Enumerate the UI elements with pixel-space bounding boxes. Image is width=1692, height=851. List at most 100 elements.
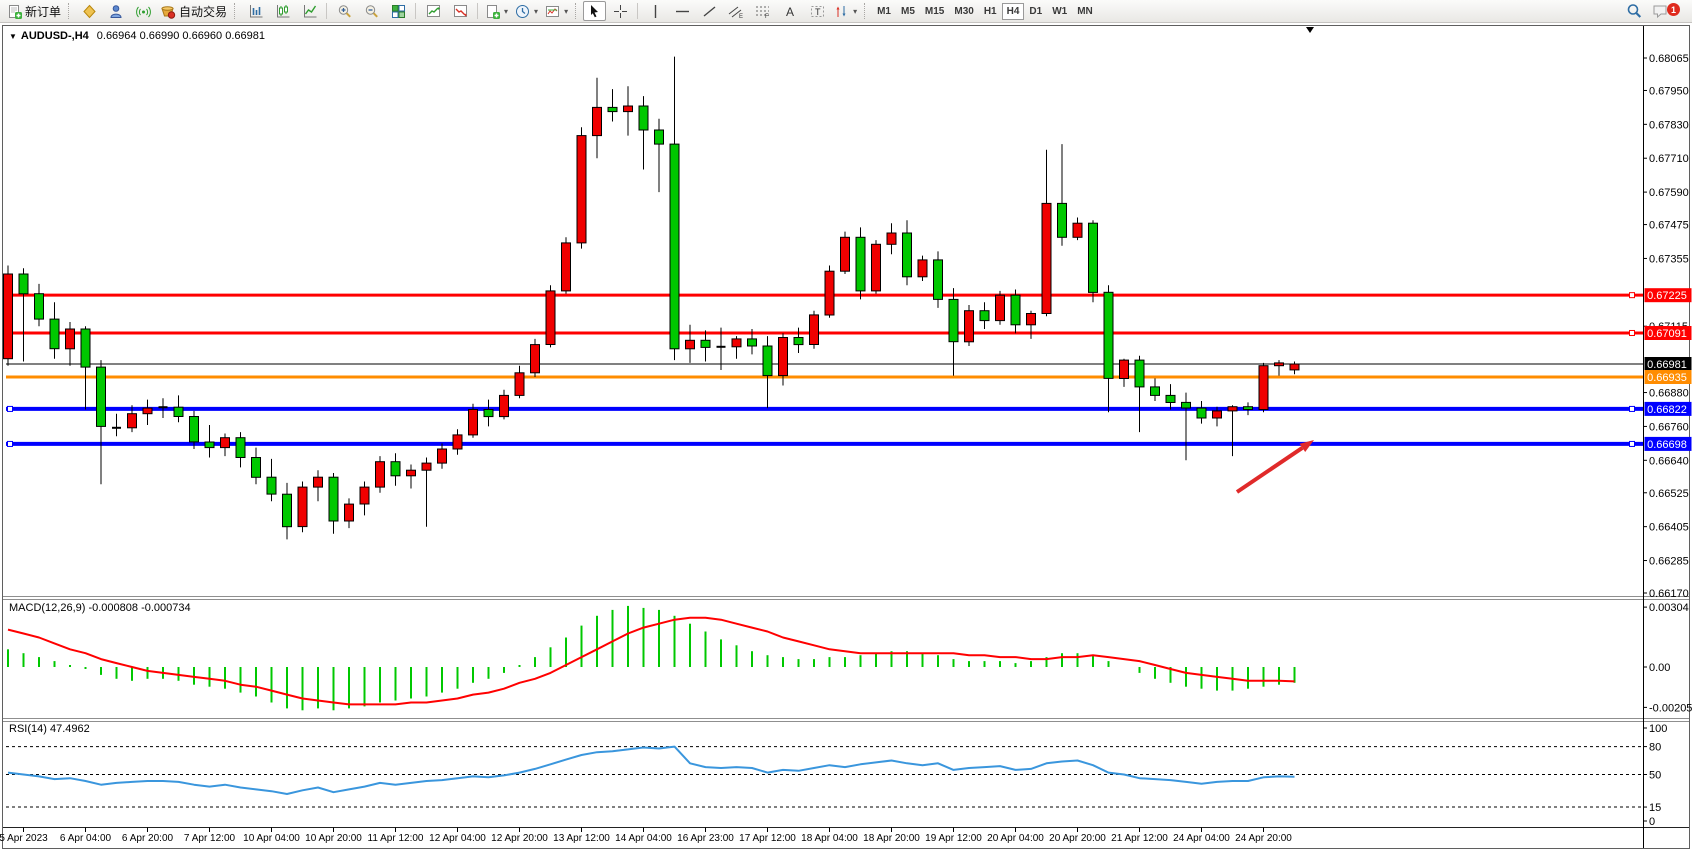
rsi-indicator-label: RSI(14) 47.4962 (9, 723, 90, 735)
chat-button[interactable]: 1 (1648, 1, 1674, 21)
chart-symbol-period: AUDUSD-,H4 (21, 30, 89, 42)
equidistant-channel-button[interactable]: E (723, 1, 749, 21)
svg-text:T: T (815, 7, 821, 17)
timeframe-button-M5[interactable]: M5 (896, 3, 920, 20)
svg-text:20 Apr 20:00: 20 Apr 20:00 (1049, 833, 1106, 844)
zoom-in-icon (337, 4, 352, 19)
zoom-out-icon (364, 4, 379, 19)
arrow-objects-button[interactable]: ▾ (831, 1, 860, 21)
svg-text:18 Apr 04:00: 18 Apr 04:00 (801, 833, 858, 844)
add-indicator-button[interactable]: ▾ (482, 1, 511, 21)
vertical-line-button[interactable] (642, 1, 668, 21)
chart-ohlc-values: 0.66964 0.66990 0.66960 0.66981 (97, 30, 265, 42)
toolbar-grip (575, 3, 579, 19)
crosshair-button[interactable] (607, 1, 633, 21)
svg-text:10 Apr 04:00: 10 Apr 04:00 (243, 833, 300, 844)
new-order-icon (7, 4, 22, 19)
svg-text:100: 100 (1649, 723, 1667, 735)
tile-windows-button[interactable] (385, 1, 411, 21)
zoom-in-button[interactable] (331, 1, 357, 21)
svg-text:19 Apr 12:00: 19 Apr 12:00 (925, 833, 982, 844)
timeframe-button-W1[interactable]: W1 (1047, 3, 1072, 20)
indicators-down-button[interactable] (447, 1, 473, 21)
crosshair-icon (613, 4, 628, 19)
svg-text:-0.00205: -0.00205 (1649, 702, 1692, 714)
toolbar-grip (234, 3, 238, 19)
toolbar-separator (637, 3, 638, 19)
svg-text:A: A (786, 5, 794, 19)
svg-text:24 Apr 04:00: 24 Apr 04:00 (1173, 833, 1230, 844)
svg-text:0.67710: 0.67710 (1649, 153, 1689, 165)
timeframe-button-M1[interactable]: M1 (872, 3, 896, 20)
profile-button[interactable] (103, 1, 129, 21)
hline-handle[interactable] (1630, 441, 1635, 446)
svg-text:13 Apr 12:00: 13 Apr 12:00 (553, 833, 610, 844)
timeframe-button-M15[interactable]: M15 (920, 3, 949, 20)
line-chart-button[interactable] (296, 1, 322, 21)
timeframe-button-H4[interactable]: H4 (1002, 3, 1025, 20)
hline-handle[interactable] (8, 406, 13, 411)
svg-text:50: 50 (1649, 770, 1661, 782)
svg-text:12 Apr 20:00: 12 Apr 20:00 (491, 833, 548, 844)
signals-button[interactable] (130, 1, 156, 21)
text-label-icon: T (810, 4, 825, 19)
timeframe-button-M30[interactable]: M30 (949, 3, 978, 20)
svg-text:0.66822: 0.66822 (1647, 404, 1687, 416)
svg-text:6 Apr 20:00: 6 Apr 20:00 (122, 833, 174, 844)
zoom-out-button[interactable] (358, 1, 384, 21)
svg-text:10 Apr 20:00: 10 Apr 20:00 (305, 833, 362, 844)
svg-text:20 Apr 04:00: 20 Apr 04:00 (987, 833, 1044, 844)
toolbar-separator (477, 3, 478, 19)
indicators-up-button[interactable] (420, 1, 446, 21)
text-button[interactable]: A (777, 1, 803, 21)
svg-text:15: 15 (1649, 802, 1661, 814)
hline-handle[interactable] (1630, 293, 1635, 298)
toolbar-grip (864, 3, 868, 19)
svg-text:21 Apr 12:00: 21 Apr 12:00 (1111, 833, 1168, 844)
fibonacci-icon: F (755, 4, 771, 19)
macd-indicator-label: MACD(12,26,9) -0.000808 -0.000734 (9, 602, 191, 614)
svg-text:18 Apr 20:00: 18 Apr 20:00 (863, 833, 920, 844)
period-clock-button[interactable]: ▾ (512, 1, 541, 21)
hline-handle[interactable] (1630, 406, 1635, 411)
svg-text:0.67225: 0.67225 (1647, 290, 1687, 302)
svg-text:0.66525: 0.66525 (1649, 488, 1689, 500)
svg-text:0.66405: 0.66405 (1649, 522, 1689, 534)
svg-text:6 Apr 04:00: 6 Apr 04:00 (60, 833, 112, 844)
fibonacci-button[interactable]: F (750, 1, 776, 21)
timeframe-button-H1[interactable]: H1 (979, 3, 1002, 20)
cursor-button[interactable] (583, 1, 606, 21)
svg-text:0.67355: 0.67355 (1649, 253, 1689, 265)
autotrading-icon (160, 4, 176, 19)
chart-canvas[interactable]: 0.680650.679500.678300.677100.675900.674… (0, 0, 1692, 851)
chevron-down-icon: ▾ (534, 7, 538, 16)
template-button[interactable]: ▾ (542, 1, 571, 21)
svg-text:0.67475: 0.67475 (1649, 220, 1689, 232)
svg-text:E: E (739, 14, 743, 19)
hline-handle[interactable] (8, 441, 13, 446)
timeframe-button-MN[interactable]: MN (1072, 3, 1098, 20)
equidistant-channel-icon: E (728, 4, 744, 19)
symbol-dropdown-icon[interactable]: ▼ (9, 32, 17, 41)
horizontal-line-button[interactable] (669, 1, 695, 21)
search-button[interactable] (1621, 1, 1647, 21)
svg-text:0.66640: 0.66640 (1649, 455, 1689, 467)
signals-icon (136, 4, 151, 19)
hline-handle[interactable] (1630, 330, 1635, 335)
period-clock-icon (515, 4, 530, 19)
cursor-icon (587, 4, 602, 19)
candlestick-chart-button[interactable] (269, 1, 295, 21)
metaeditor-button[interactable] (76, 1, 102, 21)
bar-chart-button[interactable] (242, 1, 268, 21)
svg-text:7 Apr 12:00: 7 Apr 12:00 (184, 833, 236, 844)
svg-text:0.66170: 0.66170 (1649, 588, 1689, 600)
new-order-button[interactable]: 新订单 (4, 1, 64, 21)
svg-text:16 Apr 23:00: 16 Apr 23:00 (677, 833, 734, 844)
text-label-button[interactable]: T (804, 1, 830, 21)
text-icon: A (783, 4, 798, 19)
line-chart-icon (302, 4, 317, 19)
arrow-objects-icon (834, 4, 849, 19)
autotrading-button[interactable]: 自动交易 (157, 1, 230, 21)
timeframe-button-D1[interactable]: D1 (1024, 3, 1047, 20)
trendline-button[interactable] (696, 1, 722, 21)
